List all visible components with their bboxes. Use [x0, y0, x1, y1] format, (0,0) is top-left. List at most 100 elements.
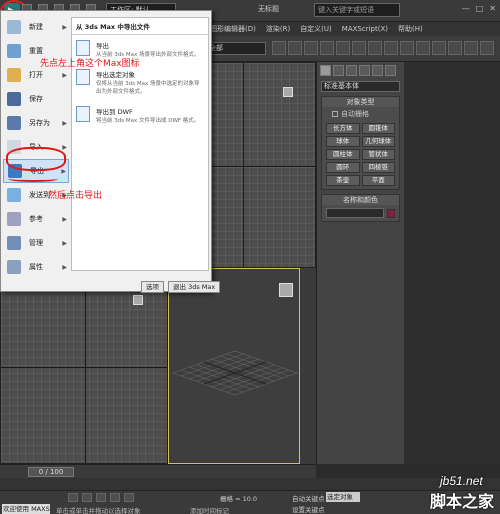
menu-manage[interactable]: 管理 ▶ — [3, 231, 69, 255]
cone-button[interactable]: 圆锥体 — [361, 123, 395, 134]
viewport-cube-icon[interactable] — [133, 295, 143, 305]
menu-reset-label: 重置 — [29, 47, 43, 55]
teapot-button[interactable]: 茶壶 — [326, 175, 360, 186]
object-color-swatch[interactable] — [387, 208, 395, 218]
go-to-start-icon[interactable] — [68, 493, 78, 502]
maximize-button[interactable]: □ — [476, 4, 484, 13]
new-file-icon — [7, 20, 21, 34]
tool-icon[interactable] — [400, 41, 414, 55]
tool-icon[interactable] — [448, 41, 462, 55]
object-type-header[interactable]: 对象类型 — [322, 97, 399, 107]
tube-button[interactable]: 管状体 — [361, 149, 395, 160]
next-frame-icon[interactable] — [110, 493, 120, 502]
reset-icon — [7, 44, 21, 58]
grid-axis — [243, 63, 244, 267]
exit-button[interactable]: 退出 3ds Max — [168, 281, 221, 293]
tool-icon[interactable] — [432, 41, 446, 55]
send-to-icon — [7, 188, 21, 202]
arrow-right-icon: ▶ — [62, 143, 67, 151]
search-input[interactable]: 键入关键字或短语 — [314, 3, 400, 17]
add-time-tag[interactable]: 添加时间标记 — [190, 505, 229, 514]
hierarchy-tab-icon[interactable] — [346, 65, 357, 76]
cylinder-button[interactable]: 圆柱体 — [326, 149, 360, 160]
export-submenu-header: 从 3ds Max 中导出文件 — [72, 18, 208, 35]
key-filter-dropdown[interactable]: 选定对象 — [326, 492, 360, 502]
export-selected-entry[interactable]: 导出选定对象仅将从当前 3ds Max 场景中选定的对象导出为外部文件格式。 — [72, 64, 208, 101]
menu-properties-label: 属性 — [29, 263, 43, 271]
properties-icon — [7, 260, 21, 274]
window-controls: — □ ✕ — [462, 4, 496, 13]
selection-filter-dropdown[interactable]: 全部 — [206, 42, 266, 55]
tool-icon[interactable] — [352, 41, 366, 55]
tool-icon[interactable] — [320, 41, 334, 55]
motion-tab-icon[interactable] — [359, 65, 370, 76]
autogrid-label: 自动栅格 — [341, 110, 369, 118]
menu-graph-editors[interactable]: 图形编辑器(D) — [210, 22, 256, 36]
minimize-button[interactable]: — — [462, 4, 470, 13]
menu-reference[interactable]: 参考 ▶ — [3, 207, 69, 231]
watermark-url: jb51.net — [440, 474, 483, 488]
viewport-perspective[interactable] — [168, 268, 300, 464]
modify-tab-icon[interactable] — [333, 65, 344, 76]
setkey-button[interactable]: 设置关键点 — [292, 504, 325, 514]
object-type-rollout: 对象类型 自动栅格 长方体 圆锥体 球体 几何球体 圆柱体 管状体 圆环 四棱锥… — [321, 96, 400, 190]
prev-frame-icon[interactable] — [82, 493, 92, 502]
track-bar[interactable] — [0, 478, 500, 490]
create-tab-icon[interactable] — [320, 65, 331, 76]
export-dwf-entry[interactable]: 导出到 DWF 将当前 3ds Max 文件导出成 DWF 格式。 — [72, 101, 208, 130]
tool-icon[interactable] — [336, 41, 350, 55]
tool-icon[interactable] — [272, 41, 286, 55]
category-dropdown[interactable]: 标准基本体 — [321, 81, 400, 92]
autogrid-checkbox[interactable]: 自动栅格 — [322, 107, 399, 121]
object-name-field[interactable] — [326, 208, 384, 218]
annotation-step2: 然后点击导出 — [48, 191, 103, 201]
name-color-rollout: 名称和颜色 — [321, 194, 400, 222]
viewcube-icon[interactable] — [279, 283, 293, 297]
sphere-button[interactable]: 球体 — [326, 136, 360, 147]
tool-icon[interactable] — [288, 41, 302, 55]
entry-title: 导出选定对象 — [96, 71, 135, 79]
menu-manage-label: 管理 — [29, 239, 43, 247]
arrow-right-icon: ▶ — [62, 119, 67, 127]
save-disk-icon — [7, 92, 21, 106]
tool-icon[interactable] — [384, 41, 398, 55]
annotation-step1: 先点左上角这个Max图标 — [40, 59, 140, 69]
menu-properties[interactable]: 属性 ▶ — [3, 255, 69, 279]
autokey-button[interactable]: 自动关键点 — [292, 493, 325, 503]
grid-axis — [85, 269, 86, 463]
menu-customize[interactable]: 自定义(U) — [300, 22, 332, 36]
manage-icon — [7, 236, 21, 250]
geosphere-button[interactable]: 几何球体 — [361, 136, 395, 147]
pyramid-button[interactable]: 四棱锥 — [361, 162, 395, 173]
arrow-right-icon: ▶ — [62, 239, 67, 247]
play-icon[interactable] — [96, 493, 106, 502]
menu-rendering[interactable]: 渲染(R) — [266, 22, 290, 36]
torus-button[interactable]: 圆环 — [326, 162, 360, 173]
menu-new[interactable]: 新建 ▶ — [3, 15, 69, 39]
close-button[interactable]: ✕ — [489, 4, 496, 13]
checkbox-icon[interactable] — [332, 111, 338, 117]
display-tab-icon[interactable] — [372, 65, 383, 76]
tool-icon[interactable] — [480, 41, 494, 55]
utilities-tab-icon[interactable] — [385, 65, 396, 76]
frame-counter[interactable]: 0 / 100 — [28, 467, 74, 477]
menu-help[interactable]: 帮助(H) — [398, 22, 423, 36]
tool-icon[interactable] — [304, 41, 318, 55]
box-button[interactable]: 长方体 — [326, 123, 360, 134]
viewport-cube-icon[interactable] — [283, 87, 293, 97]
tool-icon[interactable] — [416, 41, 430, 55]
maxscript-listener[interactable]: 欢迎使用 MAXSc — [2, 504, 50, 514]
name-color-header[interactable]: 名称和颜色 — [322, 195, 399, 205]
menu-maxscript[interactable]: MAXScript(X) — [342, 22, 388, 36]
plane-button[interactable]: 平面 — [361, 175, 395, 186]
annotation-highlight — [6, 147, 66, 171]
menu-save-as[interactable]: 另存为 ▶ — [3, 111, 69, 135]
viewport-left[interactable] — [0, 268, 168, 464]
entry-title: 导出 — [96, 42, 109, 50]
tool-icon[interactable] — [464, 41, 478, 55]
options-button[interactable]: 选项 — [141, 281, 164, 293]
entry-desc: 仅将从当前 3ds Max 场景中选定的对象导出为外部文件格式。 — [96, 81, 200, 95]
go-to-end-icon[interactable] — [124, 493, 134, 502]
tool-icon[interactable] — [368, 41, 382, 55]
menu-save[interactable]: 保存 — [3, 87, 69, 111]
